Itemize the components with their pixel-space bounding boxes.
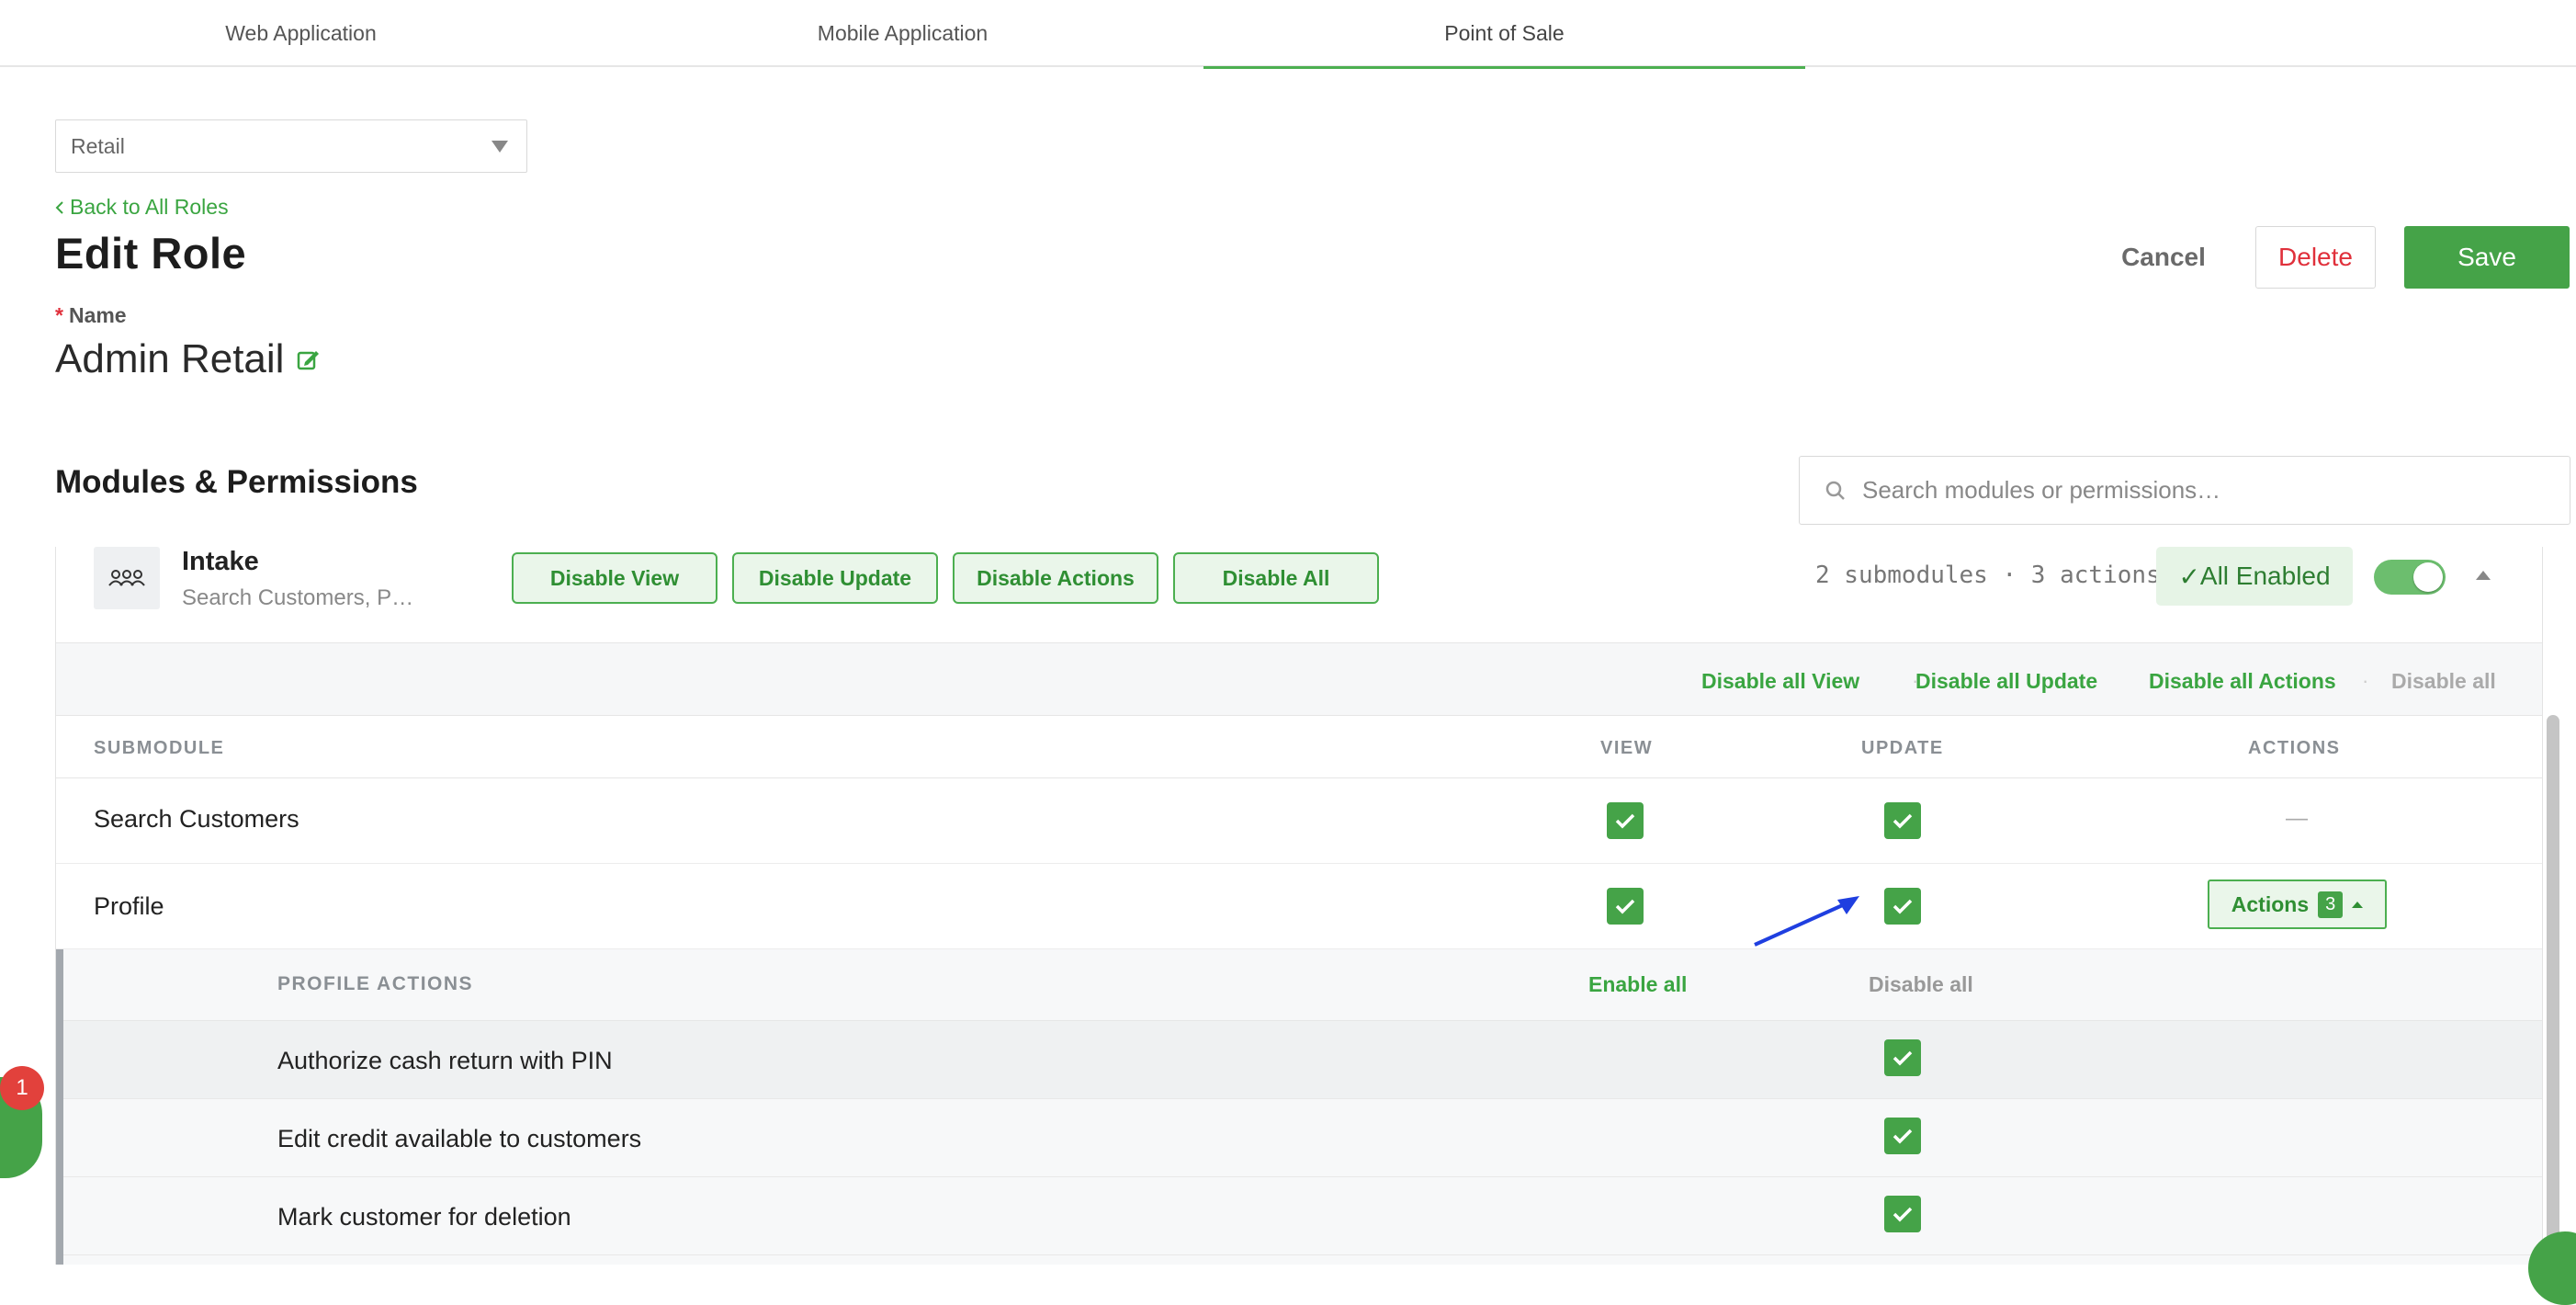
- caret-up-icon[interactable]: [2476, 571, 2491, 580]
- check-icon: [1892, 899, 1913, 914]
- section-title: Modules & Permissions: [55, 464, 418, 500]
- module-group-icon: [94, 547, 160, 609]
- disable-all-link[interactable]: Disable all: [2391, 669, 2496, 694]
- col-actions: ACTIONS: [2248, 738, 2341, 758]
- module-meta: 2 submodules · 3 actions: [1815, 562, 2161, 589]
- action-checkbox[interactable]: [1884, 1196, 1921, 1232]
- disable-all-update-link[interactable]: Disable all Update: [1915, 669, 2097, 694]
- module-toggle[interactable]: [2374, 560, 2446, 595]
- delete-button[interactable]: Delete: [2255, 226, 2376, 289]
- disable-all-view-link[interactable]: Disable all View: [1701, 669, 1859, 694]
- disable-all-actions-link[interactable]: Disable all: [1869, 972, 1973, 997]
- action-label: Mark customer for deletion: [277, 1203, 571, 1231]
- action-label: Edit credit available to customers: [277, 1125, 642, 1152]
- module-subtitle: Search Customers, P…: [182, 585, 414, 610]
- bulk-action-bar: Disable all View · Disable all Update · …: [56, 642, 2542, 716]
- list-item: Edit credit available to customers: [63, 1099, 2542, 1177]
- disable-actions-button[interactable]: Disable Actions: [953, 552, 1158, 604]
- list-item: Mark customer for deletion: [63, 1177, 2542, 1255]
- profile-actions-panel: PROFILE ACTIONS Enable all Disable all A…: [56, 949, 2542, 1265]
- scrollbar[interactable]: [2547, 715, 2559, 1265]
- chat-badge: 1: [0, 1066, 44, 1110]
- check-icon: [1892, 1050, 1913, 1066]
- separator: ·: [2362, 669, 2369, 692]
- cancel-button[interactable]: Cancel: [2104, 226, 2223, 289]
- actions-dropdown-button[interactable]: Actions 3: [2208, 879, 2387, 929]
- check-icon: [1615, 813, 1635, 829]
- profile-actions-title: PROFILE ACTIONS: [277, 973, 474, 994]
- check-icon: [1615, 899, 1635, 914]
- name-label: * Name: [55, 303, 127, 327]
- disable-all-button[interactable]: Disable All: [1173, 552, 1379, 604]
- tab-point-of-sale[interactable]: Point of Sale: [1203, 0, 1805, 69]
- page-title: Edit Role: [55, 229, 247, 278]
- list-item: Authorize cash return with PIN: [63, 1021, 2542, 1099]
- table-row: Search Customers —: [56, 778, 2542, 864]
- view-checkbox[interactable]: [1607, 888, 1644, 925]
- caret-down-icon: [491, 141, 508, 153]
- action-checkbox[interactable]: [1884, 1118, 1921, 1154]
- edit-icon[interactable]: [297, 347, 321, 371]
- disable-update-button[interactable]: Disable Update: [732, 552, 938, 604]
- role-name: Admin Retail: [55, 336, 321, 382]
- disable-view-button[interactable]: Disable View: [512, 552, 717, 604]
- module-name: Intake: [182, 547, 259, 576]
- check-icon: ✓: [2178, 562, 2200, 591]
- status-badge: ✓ All Enabled: [2156, 547, 2353, 606]
- caret-up-icon: [2352, 901, 2364, 908]
- module-header: Intake Search Customers, P… Disable View…: [56, 547, 2542, 642]
- update-checkbox[interactable]: [1884, 888, 1921, 925]
- action-checkbox[interactable]: [1884, 1039, 1921, 1076]
- action-label: Authorize cash return with PIN: [277, 1047, 613, 1074]
- update-checkbox[interactable]: [1884, 802, 1921, 839]
- store-select-value: Retail: [71, 133, 125, 158]
- tab-mobile-application[interactable]: Mobile Application: [602, 0, 1203, 67]
- module-card: Intake Search Customers, P… Disable View…: [55, 547, 2543, 1265]
- search-input[interactable]: Search modules or permissions…: [1799, 456, 2570, 525]
- search-placeholder: Search modules or permissions…: [1862, 476, 2221, 504]
- check-icon: [1892, 1207, 1913, 1222]
- profile-actions-header: PROFILE ACTIONS Enable all Disable all: [63, 949, 2542, 1021]
- chevron-left-icon: [55, 200, 63, 214]
- view-checkbox[interactable]: [1607, 802, 1644, 839]
- check-icon: [1892, 813, 1913, 829]
- col-submodule: SUBMODULE: [94, 738, 225, 758]
- col-update: UPDATE: [1861, 738, 1944, 758]
- store-select[interactable]: Retail: [55, 119, 527, 173]
- check-icon: [1892, 1129, 1913, 1144]
- disable-all-actions-link[interactable]: Disable all Actions: [2149, 669, 2336, 694]
- required-mark: *: [55, 303, 63, 327]
- col-view: VIEW: [1600, 738, 1654, 758]
- save-button[interactable]: Save: [2404, 226, 2570, 289]
- toggle-knob: [2413, 562, 2443, 592]
- search-icon: [1825, 481, 1845, 500]
- enable-all-link[interactable]: Enable all: [1588, 972, 1687, 997]
- submodule-label: Search Customers: [94, 805, 299, 833]
- table-header: SUBMODULE VIEW UPDATE ACTIONS: [56, 716, 2542, 778]
- top-tabs: Web Application Mobile Application Point…: [0, 0, 2576, 69]
- no-actions-dash: —: [2286, 806, 2308, 831]
- back-to-roles-link[interactable]: Back to All Roles: [55, 195, 229, 220]
- submodule-label: Profile: [94, 892, 164, 920]
- tab-web-application[interactable]: Web Application: [0, 0, 602, 67]
- table-row: Profile Actions 3: [56, 864, 2542, 949]
- actions-count-badge: 3: [2318, 891, 2344, 918]
- role-name-value: Admin Retail: [55, 336, 285, 381]
- annotation-arrow: [1754, 896, 1859, 947]
